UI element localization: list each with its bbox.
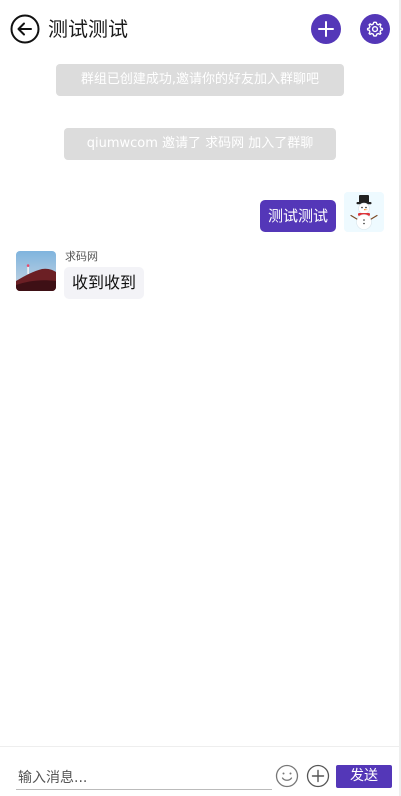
- message-input-bar: 发送: [0, 746, 399, 796]
- send-button[interactable]: 发送: [336, 765, 392, 788]
- incoming-message-bubble[interactable]: 收到收到: [64, 267, 145, 299]
- group-created-notice: 群组已创建成功,邀请你的好友加入群聊吧: [56, 64, 344, 96]
- chat-title: 测试测试: [48, 17, 128, 41]
- plus-icon: [318, 21, 334, 37]
- add-member-button[interactable]: [311, 14, 341, 44]
- member-invited-notice: qiumwcom 邀请了 求码网 加入了群聊: [64, 128, 336, 160]
- arrow-left-circle-icon: [10, 14, 40, 44]
- back-button[interactable]: [10, 14, 40, 44]
- more-options-button[interactable]: [306, 764, 330, 788]
- sender-avatar[interactable]: [16, 251, 56, 291]
- plus-circle-icon: [306, 764, 330, 788]
- smiley-icon: [275, 764, 299, 788]
- gear-icon: [366, 21, 384, 37]
- my-avatar[interactable]: [344, 192, 384, 232]
- chat-screen: 测试测试 群组已创建成功,邀请你的好友加入群聊吧 qiumwcom 邀请了 求码…: [0, 0, 401, 796]
- mountain-photo-icon: [16, 251, 56, 291]
- chat-header: 测试测试: [0, 0, 399, 58]
- emoji-button[interactable]: [275, 764, 299, 788]
- outgoing-message-bubble[interactable]: 测试测试: [259, 200, 336, 232]
- snowman-icon: [344, 192, 384, 232]
- group-settings-button[interactable]: [360, 14, 390, 44]
- sender-name: 求码网: [65, 250, 98, 263]
- message-input[interactable]: [16, 766, 272, 790]
